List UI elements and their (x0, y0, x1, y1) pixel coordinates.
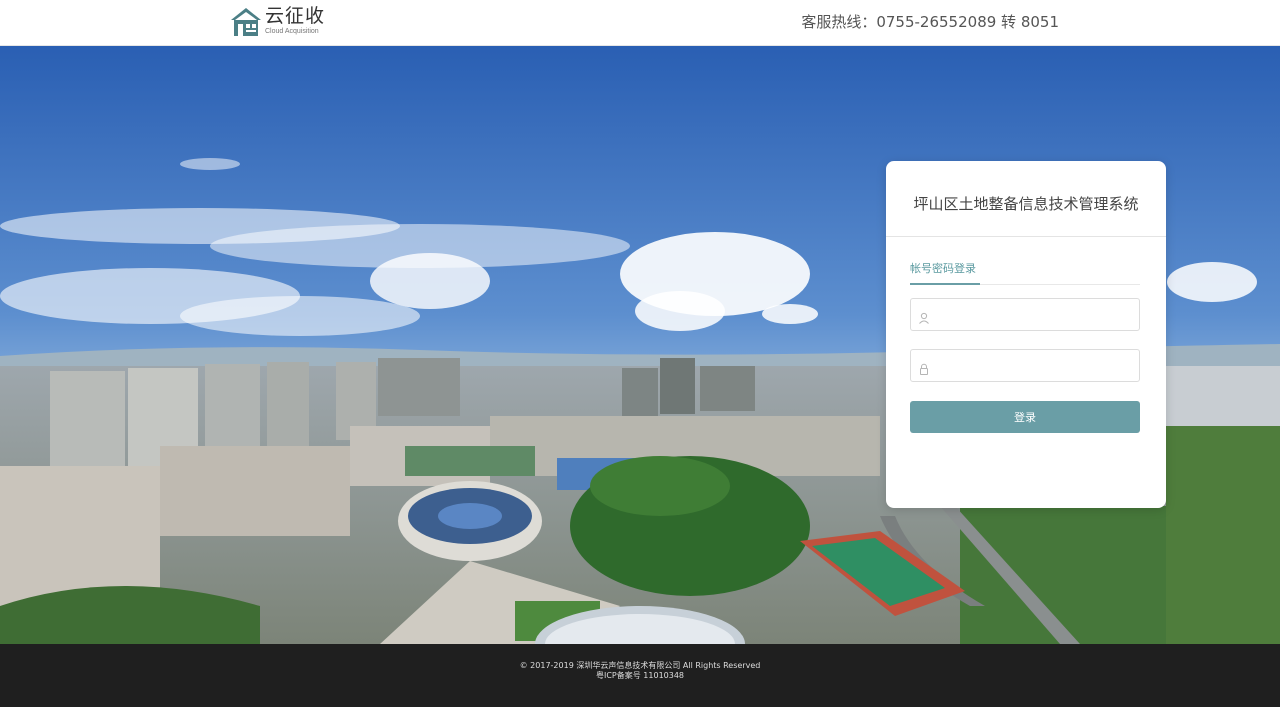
logo-text: 云征收 Cloud Acquisition (265, 5, 325, 36)
copyright-text: © 2017-2019 深圳华云声信息技术有限公司 All Rights Res… (519, 661, 761, 670)
login-button[interactable]: 登录 (910, 401, 1140, 433)
login-card: 坪山区土地整备信息技术管理系统 帐号密码登录 登录 (886, 161, 1166, 508)
username-input[interactable] (937, 299, 1135, 330)
card-divider (886, 236, 1166, 237)
system-title: 坪山区土地整备信息技术管理系统 (913, 195, 1139, 213)
user-icon (918, 309, 930, 324)
password-field[interactable] (910, 349, 1140, 382)
customer-service-hotline: 客服热线：0755-26552089 转 8051 (801, 13, 1059, 31)
house-logo-icon (229, 5, 263, 37)
logo-title: 云征收 (265, 5, 326, 27)
tab-account-password-login[interactable]: 帐号密码登录 (910, 261, 976, 277)
lock-icon (918, 360, 930, 375)
tab-active-indicator (910, 283, 980, 285)
password-input[interactable] (937, 350, 1135, 381)
top-header: 云征收 Cloud Acquisition 客服热线：0755-26552089… (0, 0, 1280, 46)
logo[interactable]: 云征收 Cloud Acquisition (229, 5, 325, 39)
username-field[interactable] (910, 298, 1140, 331)
page-footer: © 2017-2019 深圳华云声信息技术有限公司 All Rights Res… (0, 644, 1280, 707)
logo-subtitle: Cloud Acquisition (265, 28, 319, 35)
icp-record-text: 粤ICP备案号 11010348 (595, 671, 685, 680)
